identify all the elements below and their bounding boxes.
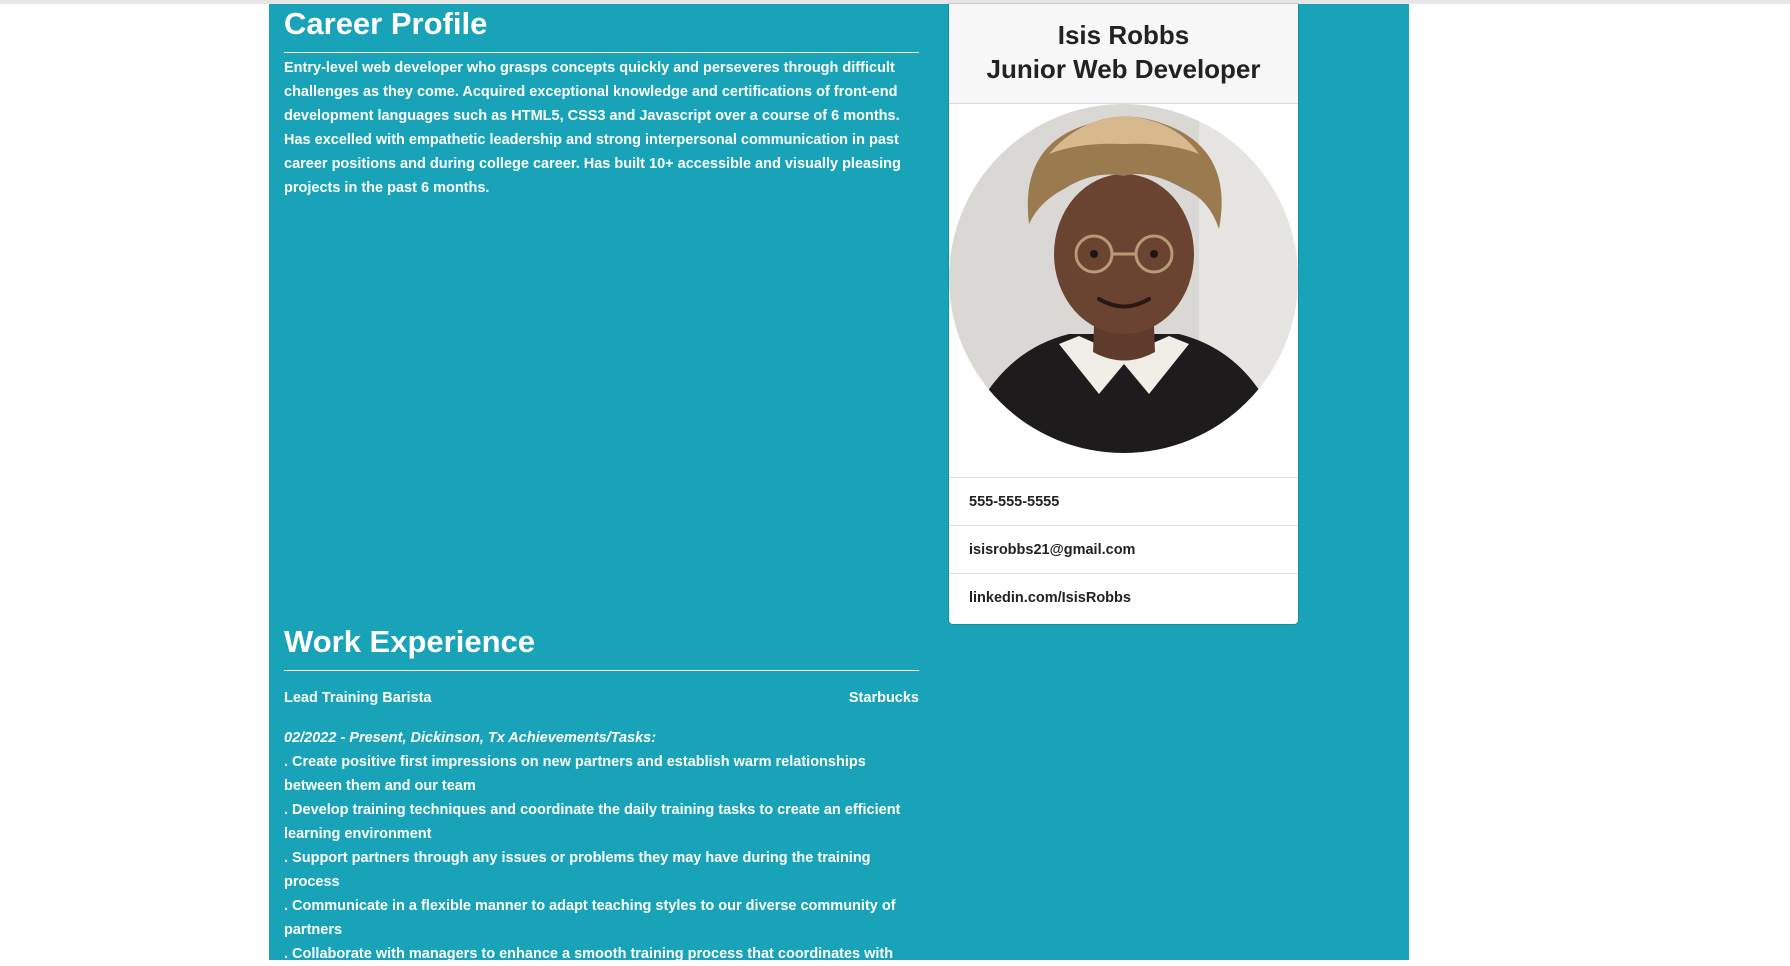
job-task: . Develop training techniques and coordi… <box>284 802 901 842</box>
avatar <box>949 104 1298 453</box>
contact-email[interactable]: isisrobbs21@gmail.com <box>949 526 1298 574</box>
job-task-list: . Create positive first impressions on n… <box>284 750 919 966</box>
profile-card-header: Isis Robbs Junior Web Developer <box>949 4 1298 104</box>
career-profile-text: Entry-level web developer who grasps con… <box>284 60 901 196</box>
work-experience-heading: Work Experience <box>284 624 535 659</box>
job-title: Lead Training Barista <box>284 690 432 706</box>
resume-main-column: Career Profile Entry-level web developer… <box>284 4 919 962</box>
job-header: Lead Training Barista Starbucks <box>284 686 919 710</box>
profile-card: Isis Robbs Junior Web Developer 555-555-… <box>949 4 1298 624</box>
job-task: . Create positive first impressions on n… <box>284 754 866 794</box>
profile-job-title: Junior Web Developer <box>986 54 1261 84</box>
career-profile-section: Career Profile Entry-level web developer… <box>284 4 919 200</box>
work-experience-divider <box>284 670 919 671</box>
job-company: Starbucks <box>848 690 919 706</box>
profile-photo-area <box>949 104 1298 478</box>
profile-name: Isis Robbs <box>1057 20 1190 50</box>
contact-phone: 555-555-5555 <box>949 478 1298 526</box>
job-task: . Support partners through any issues or… <box>284 850 871 890</box>
job-task: . Collaborate with managers to enhance a… <box>284 946 894 962</box>
job-dates: 02/2022 - Present, Dickinson, Tx Achieve… <box>284 730 657 746</box>
avatar-portrait-image <box>949 104 1298 453</box>
job-task: . Communicate in a flexible manner to ad… <box>284 898 896 938</box>
career-profile-divider <box>284 52 919 53</box>
work-experience-section: Work Experience Lead Training Barista St… <box>284 622 919 966</box>
career-profile-heading: Career Profile <box>284 6 488 41</box>
contact-linkedin[interactable]: linkedin.com/IsisRobbs <box>949 574 1298 622</box>
